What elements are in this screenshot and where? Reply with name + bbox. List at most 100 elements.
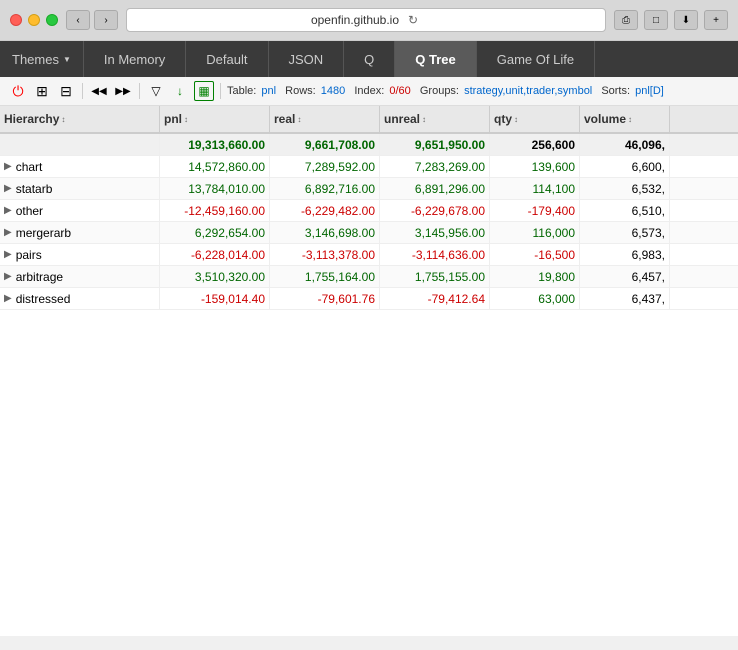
expand-icon-0[interactable]: ▶ bbox=[4, 161, 12, 172]
tab-json[interactable]: JSON bbox=[269, 41, 345, 77]
row-name-3: mergerarb bbox=[16, 226, 71, 240]
reload-button[interactable]: ↻ bbox=[405, 12, 421, 28]
cell-pnl-5: 3,510,320.00 bbox=[160, 266, 270, 287]
cell-real-0: 7,289,592.00 bbox=[270, 156, 380, 177]
expand-icon-1[interactable]: ▶ bbox=[4, 183, 12, 194]
expand-icon-5[interactable]: ▶ bbox=[4, 271, 12, 282]
table-row[interactable]: ▶ chart 14,572,860.00 7,289,592.00 7,283… bbox=[0, 156, 738, 178]
table-info: Table: pnl Rows: 1480 Index: 0/60 Groups… bbox=[227, 85, 664, 97]
cell-qty-1: 114,100 bbox=[490, 178, 580, 199]
col-header-pnl[interactable]: pnl ↕ bbox=[160, 106, 270, 132]
unreal-sort-icon: ↕ bbox=[422, 115, 426, 124]
filter-button[interactable]: ▽ bbox=[146, 81, 166, 101]
cell-unreal-6: -79,412.64 bbox=[380, 288, 490, 309]
cell-unreal-5: 1,755,155.00 bbox=[380, 266, 490, 287]
summary-real: 9,661,708.00 bbox=[270, 134, 380, 155]
address-bar[interactable]: openfin.github.io ↻ bbox=[126, 8, 606, 32]
real-label: real bbox=[274, 112, 295, 126]
maximize-button[interactable] bbox=[46, 14, 58, 26]
new-tab-button[interactable]: + bbox=[704, 10, 728, 30]
index-label: Index: bbox=[354, 85, 384, 97]
cell-pnl-0: 14,572,860.00 bbox=[160, 156, 270, 177]
cell-hierarchy-2: ▶ other bbox=[0, 200, 160, 221]
cell-real-3: 3,146,698.00 bbox=[270, 222, 380, 243]
expand-icon-2[interactable]: ▶ bbox=[4, 205, 12, 216]
download-button[interactable]: ⬇ bbox=[674, 10, 698, 30]
summary-unreal: 9,651,950.00 bbox=[380, 134, 490, 155]
grid-expand-button[interactable]: ⊞ bbox=[32, 81, 52, 101]
cell-volume-2: 6,510, bbox=[580, 200, 670, 221]
browser-chrome: ‹ › openfin.github.io ↻ ⎙ □ ⬇ + bbox=[0, 0, 738, 41]
minimize-button[interactable] bbox=[28, 14, 40, 26]
tab-game-of-life[interactable]: Game Of Life bbox=[477, 41, 595, 77]
power-button[interactable]: ⏻ bbox=[8, 81, 28, 101]
cell-real-2: -6,229,482.00 bbox=[270, 200, 380, 221]
bookmark-button[interactable]: □ bbox=[644, 10, 668, 30]
table-row[interactable]: ▶ arbitrage 3,510,320.00 1,755,164.00 1,… bbox=[0, 266, 738, 288]
sorts-label: Sorts: bbox=[601, 85, 630, 97]
table-row[interactable]: ▶ other -12,459,160.00 -6,229,482.00 -6,… bbox=[0, 200, 738, 222]
cell-unreal-4: -3,114,636.00 bbox=[380, 244, 490, 265]
table-body: ▶ chart 14,572,860.00 7,289,592.00 7,283… bbox=[0, 156, 738, 310]
cell-unreal-0: 7,283,269.00 bbox=[380, 156, 490, 177]
hierarchy-sort-icon: ↕ bbox=[61, 115, 65, 124]
toolbar: ⏻ ⊞ ⊟ ◀◀ ▶▶ ▽ ↓ ▦ Table: pnl Rows: 1480 … bbox=[0, 77, 738, 106]
col-header-hierarchy[interactable]: Hierarchy ↕ bbox=[0, 106, 160, 132]
cell-real-1: 6,892,716.00 bbox=[270, 178, 380, 199]
col-header-unreal[interactable]: unreal ↕ bbox=[380, 106, 490, 132]
table-row[interactable]: ▶ distressed -159,014.40 -79,601.76 -79,… bbox=[0, 288, 738, 310]
data-table: Hierarchy ↕ pnl ↕ real ↕ unreal ↕ qty ↕ … bbox=[0, 106, 738, 636]
cell-hierarchy-5: ▶ arbitrage bbox=[0, 266, 160, 287]
index-value: 0/60 bbox=[389, 85, 410, 97]
tab-default[interactable]: Default bbox=[186, 41, 268, 77]
themes-tab[interactable]: Themes ▼ bbox=[0, 41, 84, 77]
separator-3 bbox=[220, 83, 221, 99]
close-button[interactable] bbox=[10, 14, 22, 26]
col-header-real[interactable]: real ↕ bbox=[270, 106, 380, 132]
app-tabs: Themes ▼ In Memory Default JSON Q Q Tree… bbox=[0, 41, 738, 77]
tab-q-tree[interactable]: Q Tree bbox=[395, 41, 476, 77]
qty-label: qty bbox=[494, 112, 512, 126]
rows-label: Rows: bbox=[285, 85, 316, 97]
grid-collapse-button[interactable]: ⊟ bbox=[56, 81, 76, 101]
row-name-1: statarb bbox=[16, 182, 53, 196]
pnl-sort-icon: ↕ bbox=[184, 115, 188, 124]
table-row[interactable]: ▶ mergerarb 6,292,654.00 3,146,698.00 3,… bbox=[0, 222, 738, 244]
qty-sort-icon: ↕ bbox=[514, 115, 518, 124]
cell-unreal-1: 6,891,296.00 bbox=[380, 178, 490, 199]
expand-icon-6[interactable]: ▶ bbox=[4, 293, 12, 304]
prev-button[interactable]: ◀◀ bbox=[89, 81, 109, 101]
row-name-5: arbitrage bbox=[16, 270, 63, 284]
hierarchy-label: Hierarchy bbox=[4, 112, 59, 126]
table-row[interactable]: ▶ statarb 13,784,010.00 6,892,716.00 6,8… bbox=[0, 178, 738, 200]
summary-row: 19,313,660.00 9,661,708.00 9,651,950.00 … bbox=[0, 134, 738, 156]
back-button[interactable]: ‹ bbox=[66, 10, 90, 30]
rows-value: 1480 bbox=[321, 85, 345, 97]
tab-q[interactable]: Q bbox=[344, 41, 395, 77]
pnl-label: pnl bbox=[164, 112, 182, 126]
cell-volume-1: 6,532, bbox=[580, 178, 670, 199]
summary-hierarchy bbox=[0, 134, 160, 155]
cell-hierarchy-6: ▶ distressed bbox=[0, 288, 160, 309]
expand-icon-4[interactable]: ▶ bbox=[4, 249, 12, 260]
col-header-qty[interactable]: qty ↕ bbox=[490, 106, 580, 132]
forward-button[interactable]: › bbox=[94, 10, 118, 30]
cell-unreal-2: -6,229,678.00 bbox=[380, 200, 490, 221]
real-sort-icon: ↕ bbox=[297, 115, 301, 124]
table-row[interactable]: ▶ pairs -6,228,014.00 -3,113,378.00 -3,1… bbox=[0, 244, 738, 266]
cell-volume-0: 6,600, bbox=[580, 156, 670, 177]
share-button[interactable]: ⎙ bbox=[614, 10, 638, 30]
down-button[interactable]: ↓ bbox=[170, 81, 190, 101]
expand-icon-3[interactable]: ▶ bbox=[4, 227, 12, 238]
cell-qty-2: -179,400 bbox=[490, 200, 580, 221]
volume-sort-icon: ↕ bbox=[628, 115, 632, 124]
tab-in-memory[interactable]: In Memory bbox=[84, 41, 186, 77]
groups-value: strategy,unit,trader,symbol bbox=[464, 85, 592, 97]
cell-pnl-2: -12,459,160.00 bbox=[160, 200, 270, 221]
cell-real-6: -79,601.76 bbox=[270, 288, 380, 309]
col-header-volume[interactable]: volume ↕ bbox=[580, 106, 670, 132]
groups-label: Groups: bbox=[420, 85, 459, 97]
table-icon-button[interactable]: ▦ bbox=[194, 81, 214, 101]
cell-hierarchy-1: ▶ statarb bbox=[0, 178, 160, 199]
next-button[interactable]: ▶▶ bbox=[113, 81, 133, 101]
